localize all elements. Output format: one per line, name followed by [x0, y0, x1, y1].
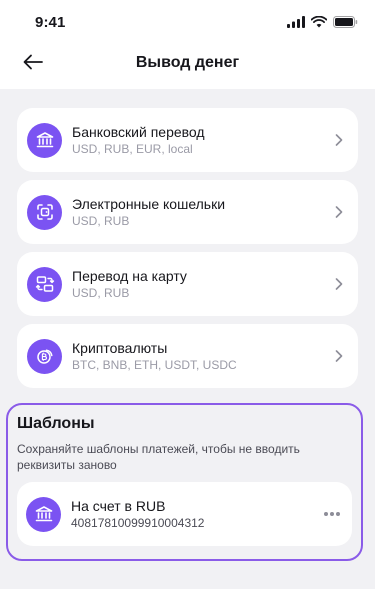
status-bar: 9:41	[0, 0, 375, 44]
method-currencies: USD, RUB	[72, 213, 130, 228]
templates-section: Шаблоны Сохраняйте шаблоны платежей, что…	[6, 403, 363, 561]
more-dots-icon	[330, 512, 334, 516]
card-transfer-icon	[27, 266, 62, 302]
method-e-wallets[interactable]: Электронные кошельки USD, RUB	[17, 180, 358, 244]
templates-title: Шаблоны	[17, 415, 95, 432]
chevron-right-icon	[331, 204, 347, 220]
header: 9:41 Вывод денег	[0, 0, 375, 89]
battery-icon	[333, 15, 358, 33]
crypto-icon	[27, 338, 62, 374]
more-options-button[interactable]	[322, 506, 342, 522]
withdraw-methods-list: Банковский перевод USD, RUB, EUR, local …	[0, 89, 375, 388]
bank-icon	[26, 496, 61, 532]
status-icons	[287, 15, 358, 33]
more-dots-icon	[336, 512, 340, 516]
more-dots-icon	[324, 512, 328, 516]
nav-bar: Вывод денег	[0, 44, 375, 89]
template-item[interactable]: На счет в RUB 40817810099910004312	[17, 482, 352, 546]
template-title: На счет в RUB	[71, 497, 166, 514]
chevron-right-icon	[331, 348, 347, 364]
templates-description: Сохраняйте шаблоны платежей, чтобы не вв…	[17, 442, 300, 472]
method-title: Банковский перевод	[72, 123, 205, 140]
signal-icon	[287, 15, 305, 33]
page-title: Вывод денег	[135, 54, 240, 71]
method-text: Электронные кошельки USD, RUB	[72, 196, 331, 229]
method-title: Перевод на карту	[72, 267, 187, 284]
bank-icon	[27, 122, 62, 158]
method-crypto[interactable]: Криптовалюты BTC, BNB, ETH, USDT, USDC	[17, 324, 358, 388]
method-title: Электронные кошельки	[72, 195, 226, 212]
wifi-icon	[310, 15, 328, 33]
template-account-number: 40817810099910004312	[71, 515, 205, 530]
method-title: Криптовалюты	[72, 339, 168, 356]
template-text: На счет в RUB 40817810099910004312	[71, 498, 322, 531]
chevron-right-icon	[331, 132, 347, 148]
status-time: 9:41	[35, 14, 66, 31]
chevron-right-icon	[331, 276, 347, 292]
method-bank-transfer[interactable]: Банковский перевод USD, RUB, EUR, local	[17, 108, 358, 172]
method-text: Банковский перевод USD, RUB, EUR, local	[72, 124, 331, 157]
method-currencies: USD, RUB	[72, 285, 130, 300]
method-card-transfer[interactable]: Перевод на карту USD, RUB	[17, 252, 358, 316]
wallet-icon	[27, 194, 62, 230]
method-currencies: BTC, BNB, ETH, USDT, USDC	[72, 357, 237, 372]
method-currencies: USD, RUB, EUR, local	[72, 141, 193, 156]
method-text: Перевод на карту USD, RUB	[72, 268, 331, 301]
method-text: Криптовалюты BTC, BNB, ETH, USDT, USDC	[72, 340, 331, 373]
